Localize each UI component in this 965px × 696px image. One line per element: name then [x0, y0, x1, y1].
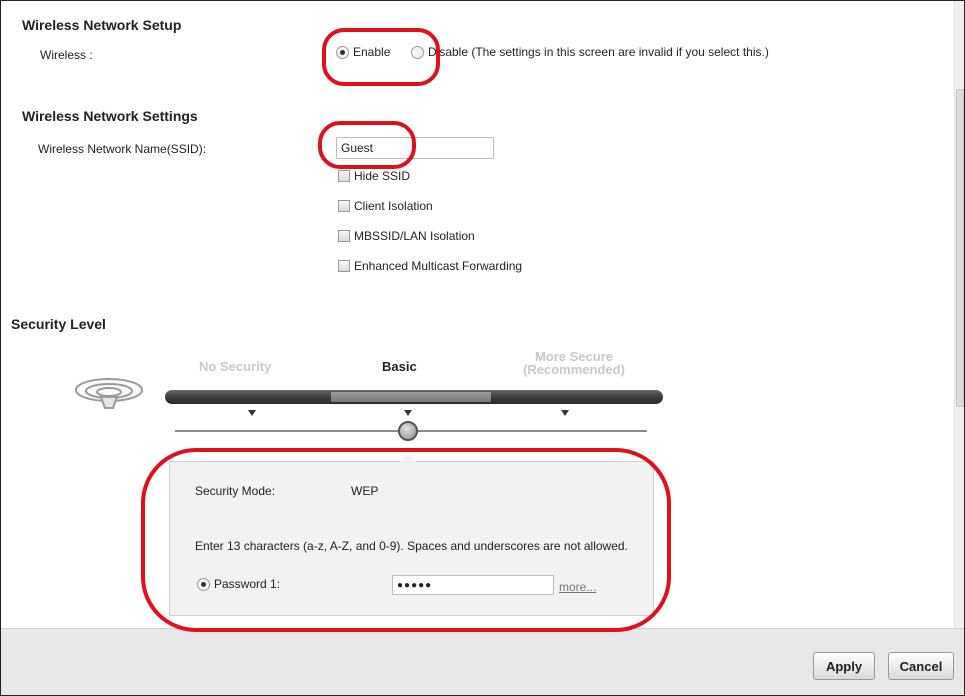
enhanced-multicast-checkbox[interactable]: Enhanced Multicast Forwarding — [338, 259, 522, 273]
checkbox-icon — [338, 260, 350, 272]
panel-pointer-icon — [400, 454, 416, 462]
level-basic[interactable]: Basic — [382, 359, 417, 374]
security-section-title: Security Level — [11, 316, 106, 332]
apply-button[interactable]: Apply — [813, 652, 875, 680]
mbssid-lan-isolation-checkbox[interactable]: MBSSID/LAN Isolation — [338, 229, 475, 243]
client-isolation-label: Client Isolation — [354, 199, 433, 213]
level-no-security[interactable]: No Security — [199, 359, 271, 374]
checkbox-icon — [338, 200, 350, 212]
ssid-input[interactable] — [336, 137, 494, 159]
password1-input[interactable] — [392, 575, 554, 595]
level-more-secure[interactable]: More Secure (Recommended) — [494, 350, 654, 376]
hide-ssid-checkbox[interactable]: Hide SSID — [338, 169, 410, 183]
basic-segment — [331, 392, 491, 402]
client-isolation-checkbox[interactable]: Client Isolation — [338, 199, 433, 213]
level-marker-icon — [248, 410, 256, 416]
multicast-label: Enhanced Multicast Forwarding — [354, 259, 523, 273]
radio-unchecked-icon — [411, 45, 424, 59]
radio-checked-icon — [336, 45, 349, 59]
radio-checked-icon — [197, 577, 210, 591]
wireless-enable-radio[interactable]: Enable — [336, 45, 390, 59]
mbssid-label: MBSSID/LAN Isolation — [354, 229, 475, 243]
security-level-bar — [165, 390, 663, 404]
disable-label: Disable (The settings in this screen are… — [428, 45, 769, 59]
password1-radio[interactable]: Password 1: — [197, 577, 280, 591]
setup-section-title: Wireless Network Setup — [22, 17, 182, 33]
cancel-button[interactable]: Cancel — [888, 652, 954, 680]
scrollbar-thumb[interactable] — [956, 89, 964, 407]
security-mode-label: Security Mode: — [195, 484, 276, 498]
more-link[interactable]: more... — [559, 580, 596, 594]
enable-label: Enable — [353, 45, 391, 59]
ssid-label: Wireless Network Name(SSID): — [38, 142, 207, 156]
checkbox-icon — [338, 170, 350, 182]
wifi-icon — [73, 377, 145, 411]
level-marker-icon — [404, 410, 412, 416]
security-mode-value: WEP — [351, 484, 379, 498]
hide-ssid-label: Hide SSID — [354, 169, 411, 183]
password-hint: Enter 13 characters (a-z, A-Z, and 0-9).… — [195, 539, 628, 553]
password1-label: Password 1: — [214, 577, 281, 591]
level-marker-icon — [561, 410, 569, 416]
wireless-disable-radio[interactable]: Disable (The settings in this screen are… — [411, 45, 769, 59]
settings-section-title: Wireless Network Settings — [22, 108, 198, 124]
wireless-label: Wireless : — [40, 48, 93, 62]
wireless-settings-page: Wireless Network Setup Wireless : Enable… — [0, 0, 965, 696]
checkbox-icon — [338, 230, 350, 242]
security-slider-handle[interactable] — [398, 421, 418, 441]
